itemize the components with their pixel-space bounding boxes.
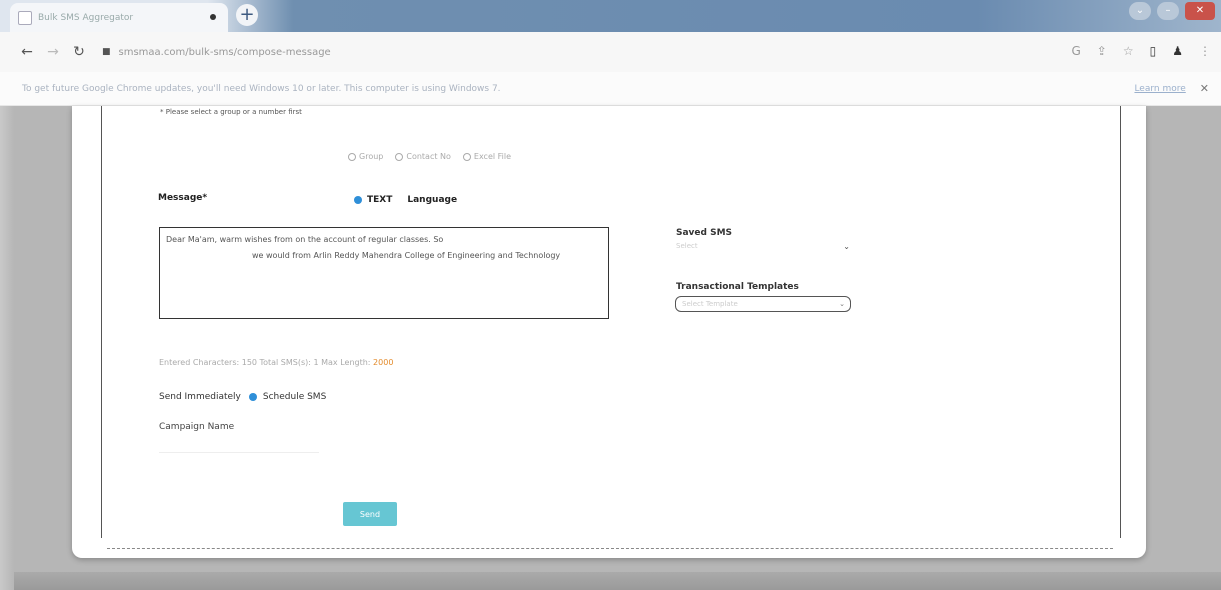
transactional-templates-label: Transactional Templates (676, 282, 799, 292)
share-icon[interactable]: ⇪ (1097, 44, 1107, 58)
profile-chevron-icon[interactable]: ⌄ (1129, 2, 1151, 20)
message-label-text: Message (158, 193, 203, 203)
frame-bottom-divider (107, 548, 1113, 549)
window-controls: ⌄ – ✕ (1129, 2, 1215, 20)
message-label: Message* (158, 193, 207, 203)
address-bar[interactable]: ■ smsmaa.com/bulk-sms/compose-message (102, 47, 331, 58)
compose-frame (101, 106, 1121, 538)
radio-group-label: Group (359, 152, 384, 161)
required-asterisk: * (202, 193, 208, 203)
page-viewport: * Please select a group or a number firs… (0, 106, 1221, 590)
google-icon[interactable]: G (1071, 44, 1080, 58)
browser-tab[interactable]: Bulk SMS Aggregator (10, 3, 228, 32)
update-infobar: To get future Google Chrome updates, you… (0, 72, 1221, 106)
chevron-down-icon: ⌄ (839, 300, 845, 308)
radio-selected-icon (248, 393, 257, 401)
compose-card: * Please select a group or a number firs… (72, 106, 1146, 558)
campaign-name-label: Campaign Name (159, 422, 235, 432)
radio-group[interactable]: Group (348, 152, 383, 161)
max-length-value: 2000 (373, 358, 394, 367)
back-arrow-icon[interactable]: ← (14, 44, 40, 60)
radio-language-label: Language (407, 195, 458, 205)
saved-sms-label: Saved SMS (676, 228, 733, 238)
tab-title: Bulk SMS Aggregator (38, 12, 134, 23)
new-tab-button[interactable]: + (236, 4, 258, 26)
radio-excel-file[interactable]: Excel File (462, 152, 512, 161)
tab-close-icon[interactable] (210, 14, 216, 20)
bookmark-star-icon[interactable]: ☆ (1123, 44, 1134, 58)
infobar-close-icon[interactable]: ✕ (1200, 82, 1209, 95)
campaign-name-input[interactable] (159, 436, 319, 453)
saved-sms-placeholder: Select (676, 242, 698, 250)
radio-language[interactable]: Language (398, 195, 457, 205)
schedule-sms-label: Schedule SMS (262, 392, 327, 402)
profile-icon[interactable]: ♟ (1172, 44, 1183, 58)
site-favicon-icon (18, 10, 32, 25)
message-line-2: we would from Arlin Reddy Mahendra Colle… (252, 251, 561, 260)
reload-icon[interactable]: ↻ (66, 44, 92, 60)
radio-ring-icon (348, 152, 356, 161)
learn-more-link[interactable]: Learn more (1134, 84, 1185, 94)
minimize-icon[interactable]: – (1157, 2, 1179, 20)
counter-text: Entered Characters: 150 Total SMS(s): 1 … (159, 358, 371, 367)
send-timing-radios: Send Immediately Schedule SMS (159, 392, 326, 402)
menu-kebab-icon[interactable]: ⋮ (1199, 44, 1211, 58)
radio-ring-icon (398, 196, 402, 204)
browser-tabbar: Bulk SMS Aggregator + ⌄ – ✕ (0, 0, 1221, 32)
left-edge-shade (0, 106, 14, 590)
message-textarea[interactable]: Dear Ma'am, warm wishes from on the acco… (159, 227, 609, 319)
character-counter: Entered Characters: 150 Total SMS(s): 1 … (159, 358, 393, 367)
radio-schedule-sms[interactable]: Schedule SMS (248, 392, 327, 402)
forward-arrow-icon[interactable]: → (40, 44, 66, 60)
selection-note: * Please select a group or a number firs… (160, 108, 302, 116)
message-line-1: Dear Ma'am, warm wishes from on the acco… (166, 235, 444, 244)
radio-contact-no[interactable]: Contact No (395, 152, 451, 161)
chevron-down-icon: ⌄ (843, 242, 850, 251)
page-bottom-shadow (0, 572, 1221, 590)
address-url: smsmaa.com/bulk-sms/compose-message (118, 46, 331, 58)
send-button[interactable]: Send (343, 502, 397, 526)
radio-text-label: TEXT (367, 195, 393, 205)
message-type-radios: TEXT Language (354, 195, 457, 205)
transactional-templates-select[interactable]: Select Template ⌄ (675, 296, 851, 312)
infobar-message: To get future Google Chrome updates, you… (22, 83, 501, 94)
sidepanel-icon[interactable]: ▯ (1150, 44, 1157, 58)
radio-ring-icon (395, 152, 404, 161)
recipient-type-radios: Group Contact No Excel File (348, 152, 511, 161)
toolbar-actions: G ⇪ ☆ ▯ ♟ ⋮ (1071, 44, 1211, 58)
browser-toolbar: ← → ↻ ■ smsmaa.com/bulk-sms/compose-mess… (0, 32, 1221, 72)
radio-contact-label: Contact No (406, 152, 451, 161)
radio-excel-label: Excel File (473, 152, 512, 161)
radio-ring-icon (462, 152, 471, 161)
transactional-placeholder: Select Template (682, 300, 738, 308)
saved-sms-select[interactable]: Select ⌄ (676, 242, 850, 256)
close-window-icon[interactable]: ✕ (1185, 2, 1215, 20)
radio-selected-icon (354, 196, 362, 204)
radio-send-immediately[interactable]: Send Immediately (159, 392, 241, 402)
send-immediately-label: Send Immediately (159, 392, 241, 402)
lock-icon: ■ (102, 47, 111, 57)
radio-text[interactable]: TEXT (354, 195, 392, 205)
